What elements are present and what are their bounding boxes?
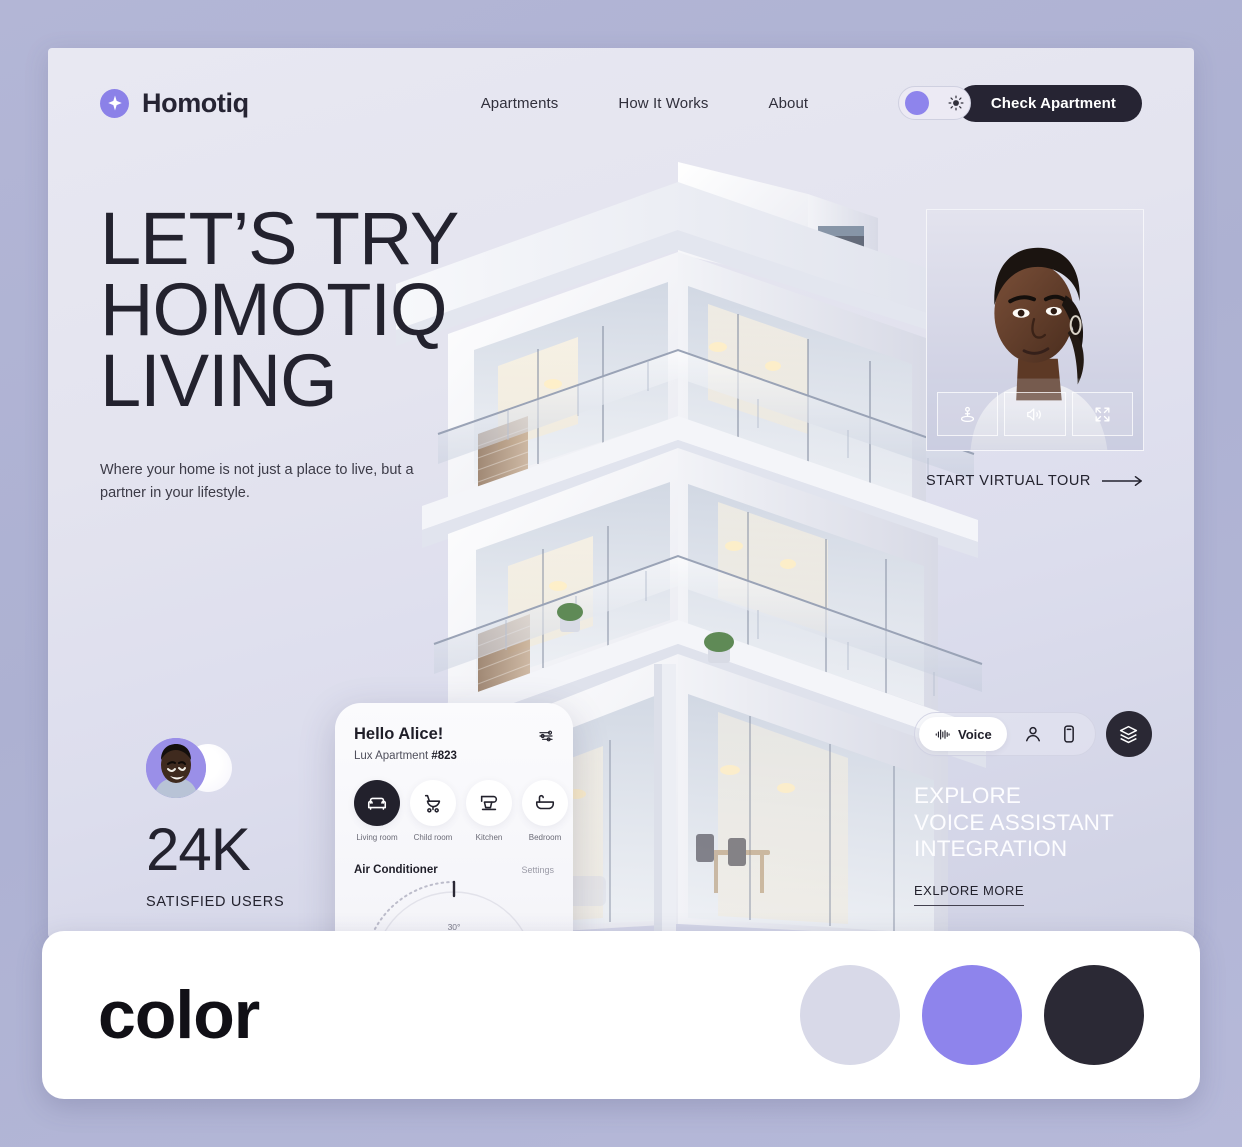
layers-icon (1120, 725, 1138, 744)
person-icon[interactable] (1023, 724, 1043, 744)
phone-apartment: Lux Apartment #823 (354, 750, 457, 762)
headline-line-3: LIVING (100, 339, 338, 423)
headline-line-1: LET’S TRY (100, 197, 459, 280)
nav-link-how-it-works[interactable]: How It Works (618, 95, 708, 112)
avatar (146, 738, 206, 798)
sparkle-icon (100, 88, 129, 118)
start-virtual-tour-button[interactable]: START VIRTUAL TOUR (926, 473, 1144, 489)
sun-icon (948, 95, 964, 111)
room-item-child-room[interactable]: Child room (410, 780, 456, 842)
waveform-icon (935, 729, 950, 740)
color-swatches (800, 965, 1144, 1065)
page-title: LET’S TRY HOMOTIQ LIVING (100, 197, 459, 423)
headline-line-2: HOMOTIQ (100, 268, 448, 352)
page-root: Homotiq Apartments How It Works About Ch… (0, 0, 1242, 1147)
temperature-dial[interactable]: 30° 10° 40° 22°C (354, 880, 554, 938)
air-conditioner-title: Air Conditioner (354, 864, 438, 876)
color-bar-title: color (98, 977, 260, 1053)
air-conditioner-header: Air Conditioner Settings (354, 864, 554, 876)
air-conditioner-settings-link[interactable]: Settings (521, 865, 554, 875)
satisfied-users-count: 24K (146, 816, 251, 883)
voice-chip[interactable]: Voice (919, 717, 1007, 752)
nav-link-apartments[interactable]: Apartments (481, 95, 559, 112)
toggle-knob (904, 91, 929, 115)
mixer-icon (466, 780, 512, 826)
sofa-icon (354, 780, 400, 826)
explore-more-link[interactable]: EXLPORE MORE (914, 883, 1025, 906)
voice-chip-label: Voice (958, 726, 992, 742)
phone-greeting: Hello Alice! (354, 725, 444, 743)
nav-links: Apartments How It Works About (481, 95, 809, 112)
navbar: Homotiq Apartments How It Works About Ch… (48, 48, 1194, 158)
voice-control-pill: Voice (914, 712, 1096, 757)
nav-actions: Check Apartment (897, 84, 1142, 122)
hero-subtitle: Where your home is not just a place to l… (100, 462, 414, 501)
room-item-bedroom[interactable]: Bedroom (522, 780, 568, 842)
hero-headline-block: LET’S TRY HOMOTIQ LIVING Where your home… (100, 197, 459, 504)
color-palette-bar: color (42, 931, 1200, 1099)
layers-button[interactable] (1105, 711, 1152, 758)
color-swatch-dark[interactable] (1044, 965, 1144, 1065)
phone-mockup: Hello Alice! Lux Apartment #823 Living r… (335, 703, 573, 938)
check-apartment-button[interactable]: Check Apartment (956, 84, 1142, 122)
voice-title-line-1: EXPLORE (914, 783, 1021, 809)
voice-title-line-3: INTEGRATION (914, 836, 1068, 862)
room-label: Kitchen (475, 833, 503, 842)
phone-apartment-prefix: Lux Apartment (354, 750, 432, 762)
virtual-tour-preview[interactable] (926, 209, 1144, 451)
nav-link-about[interactable]: About (769, 95, 809, 112)
color-swatch-lavender[interactable] (800, 965, 900, 1065)
voice-assistant-title: EXPLORE VOICE ASSISTANT INTEGRATION (914, 783, 1144, 863)
theme-toggle[interactable] (897, 86, 971, 120)
room-label: Bedroom (528, 833, 562, 842)
start-virtual-tour-label: START VIRTUAL TOUR (926, 473, 1091, 489)
arrow-right-icon (1102, 475, 1142, 487)
virtual-tour-block: START VIRTUAL TOUR (926, 209, 1144, 489)
stroller-icon (410, 780, 456, 826)
hero-card: Homotiq Apartments How It Works About Ch… (48, 48, 1194, 938)
satisfied-users-block: 24K SATISFIED USERS (146, 738, 284, 910)
room-label: Child room (413, 833, 453, 842)
brand-logo[interactable]: Homotiq (100, 88, 249, 119)
room-item-living-room[interactable]: Living room (354, 780, 400, 842)
sliders-icon[interactable] (538, 728, 554, 744)
fullscreen-icon[interactable] (1071, 392, 1133, 436)
satisfied-users-label: SATISFIED USERS (146, 894, 285, 910)
phone-apartment-number: #823 (431, 750, 457, 762)
color-swatch-purple[interactable] (922, 965, 1022, 1065)
bathtub-icon (522, 780, 568, 826)
phone-header: Hello Alice! Lux Apartment #823 (354, 725, 554, 762)
room-label: Living room (356, 833, 398, 842)
device-icon[interactable] (1059, 724, 1079, 744)
brand-name: Homotiq (142, 87, 249, 118)
voice-title-line-2: VOICE ASSISTANT (914, 809, 1114, 835)
room-selector: Living room Child room Kitchen Bedroom (354, 780, 568, 842)
virtual-tour-controls (937, 392, 1133, 436)
volume-icon[interactable] (1004, 392, 1066, 436)
virtual-tour-person-icon[interactable] (937, 392, 999, 436)
voice-assistant-block: Voice EXPLORE VOICE ASSISTANT INTEGRATIO… (914, 711, 1152, 906)
voice-controls-row: Voice (914, 711, 1152, 758)
avatar-group (146, 738, 256, 798)
room-item-kitchen[interactable]: Kitchen (466, 780, 512, 842)
